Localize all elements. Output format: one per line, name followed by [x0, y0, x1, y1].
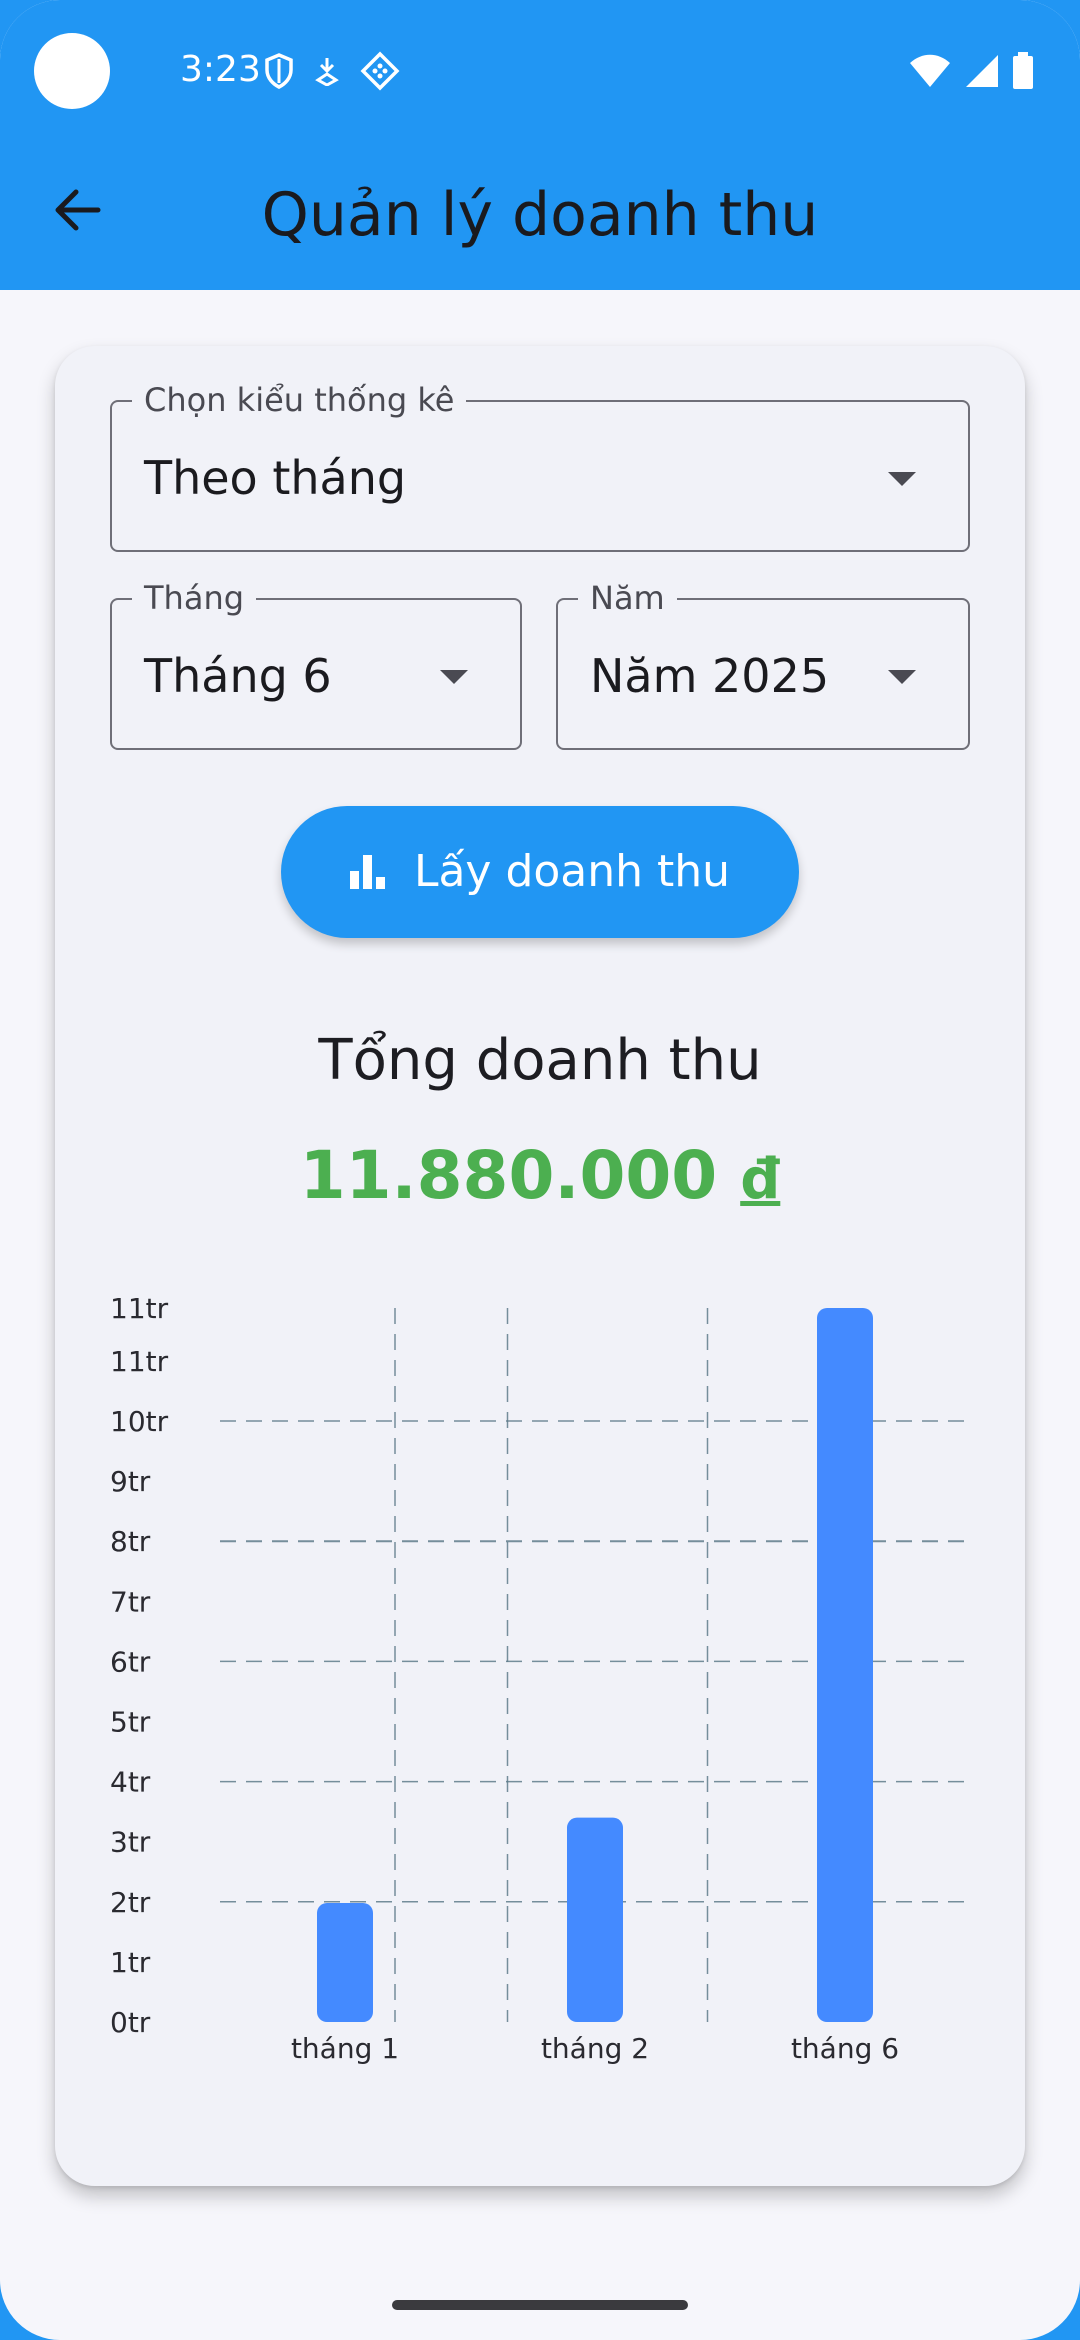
y-tick-label: 4tr: [110, 1766, 151, 1799]
status-left-icons: [264, 48, 400, 94]
y-tick-label: 2tr: [110, 1886, 151, 1919]
chart-bar: [567, 1817, 623, 2022]
y-tick-label: 5tr: [110, 1705, 151, 1738]
chart-bar: [317, 1903, 373, 2022]
y-tick-label: 8tr: [110, 1525, 151, 1558]
x-tick-label: tháng 1: [291, 2032, 399, 2065]
page-title: Quản lý doanh thu: [261, 180, 819, 250]
y-tick-label: 1tr: [110, 1946, 151, 1979]
y-tick-label: 3tr: [110, 1826, 151, 1859]
wifi-icon: [910, 54, 950, 87]
x-tick-label: tháng 2: [541, 2032, 649, 2065]
y-tick-label: 0tr: [110, 2006, 151, 2039]
revenue-bar-chart: tháng 1 tháng 2 tháng 6 0tr 1tr 2tr 3tr 4tr 5tr 6…: [110, 1292, 970, 2065]
camera-cutout: [34, 33, 110, 109]
y-tick-label: 11tr: [110, 1345, 169, 1378]
gesture-nav-handle[interactable]: [392, 2300, 688, 2310]
chart-bar: [817, 1308, 873, 2022]
screen: 3:23 Quản lý doanh thu Chọn kiểu thống k…: [0, 0, 1080, 2340]
y-tick-label: 10tr: [110, 1405, 169, 1438]
app-bar: Quản lý doanh thu: [0, 150, 1080, 280]
revenue-card: Chọn kiểu thống kê Theo tháng Tháng Thán…: [55, 346, 1025, 2186]
y-tick-label: 9tr: [110, 1465, 151, 1498]
x-tick-label: tháng 6: [791, 2032, 899, 2065]
diamond-icon: [360, 51, 400, 91]
status-time: 3:23: [180, 49, 261, 90]
status-right-icons: [908, 52, 1034, 90]
battery-icon: [1013, 52, 1033, 89]
status-bar: 3:23: [0, 0, 1080, 140]
y-tick-label: 6tr: [110, 1645, 151, 1678]
download-icon: [315, 58, 339, 86]
shield-icon: [265, 53, 293, 89]
signal-icon: [966, 55, 998, 87]
y-tick-label: 7tr: [110, 1585, 151, 1618]
y-tick-label: 11tr: [110, 1292, 169, 1325]
